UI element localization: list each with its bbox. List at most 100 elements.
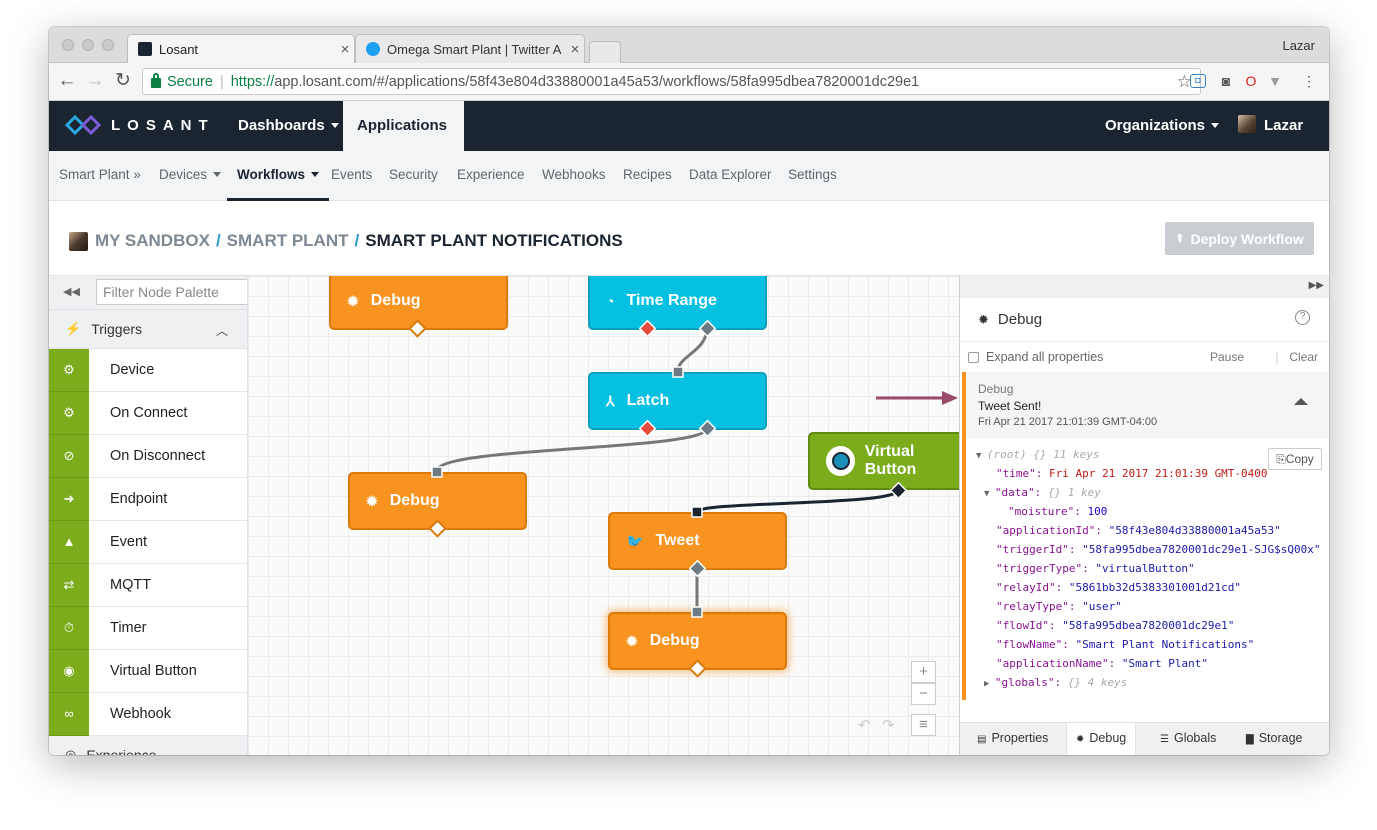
node-debug-middle[interactable]: ✹ Debug xyxy=(348,472,527,530)
new-tab-button[interactable] xyxy=(589,41,621,63)
nav-organizations[interactable]: Organizations xyxy=(1091,101,1233,151)
tab-properties[interactable]: ▤ Properties xyxy=(968,723,1057,755)
node-latch[interactable]: ⅄ Latch xyxy=(588,372,767,430)
subnav-recipes[interactable]: Recipes xyxy=(623,151,672,201)
palette-item-event[interactable]: ▲ Event xyxy=(49,520,247,564)
palette-item-timer[interactable]: ⏱ Timer xyxy=(49,606,247,650)
zoom-window-button[interactable] xyxy=(102,39,114,51)
bug-icon: ✹ xyxy=(347,292,359,309)
json-row-data[interactable]: ▼ "data": {} 1 key xyxy=(984,486,1101,499)
palette-item-label: Event xyxy=(110,534,148,550)
zoom-out-button[interactable]: − xyxy=(911,683,936,705)
wire-latch-debug[interactable] xyxy=(435,427,709,472)
json-root-row[interactable]: ▼ (root) {} 11 keys xyxy=(976,448,1099,461)
palette-item-label: Webhook xyxy=(110,706,171,722)
subnav-devices[interactable]: Devices xyxy=(159,151,222,201)
canvas-menu-button[interactable]: ≡ xyxy=(911,714,936,736)
redo-button[interactable]: ↷ xyxy=(882,716,895,734)
workflow-title-bar: MY SANDBOX / SMART PLANT / SMART PLANT N… xyxy=(49,201,1329,276)
filter-node-palette-input[interactable]: Filter Node Palette xyxy=(96,279,247,305)
opera-icon[interactable]: O xyxy=(1242,72,1260,90)
minimize-window-button[interactable] xyxy=(82,39,94,51)
subnav-data-explorer[interactable]: Data Explorer xyxy=(689,151,772,201)
json-root-hint: {} 11 keys xyxy=(1033,448,1100,461)
forward-button[interactable]: → xyxy=(84,71,106,91)
close-window-button[interactable] xyxy=(62,39,74,51)
pocket-icon[interactable]: ◙ xyxy=(1217,72,1235,90)
subnav-security[interactable]: Security xyxy=(389,151,438,201)
help-icon[interactable]: ? xyxy=(1295,310,1310,325)
palette-section-triggers[interactable]: ⚡ Triggers ︿ xyxy=(49,310,247,349)
palette-item-label: On Connect xyxy=(110,405,188,421)
secure-label: Secure xyxy=(167,73,213,90)
browser-tab-losant[interactable]: Losant × xyxy=(127,34,355,63)
json-row-globals[interactable]: ▶ "globals": {} 4 keys xyxy=(984,676,1127,689)
debug-panel-header: ✹ Debug ? xyxy=(960,298,1329,342)
expand-all-label[interactable]: Expand all properties xyxy=(986,350,1103,364)
node-tweet[interactable]: 🐦 Tweet xyxy=(608,512,787,570)
expand-all-checkbox[interactable] xyxy=(968,351,979,363)
browser-profile-name[interactable]: Lazar xyxy=(1282,38,1315,53)
palette-section-experience[interactable]: ◎ Experience xyxy=(49,736,247,755)
copy-button[interactable]: ⎘Copy xyxy=(1268,448,1322,470)
node-debug-bottom[interactable]: ✹ Debug xyxy=(608,612,787,670)
chevron-down-icon xyxy=(330,122,339,128)
nav-dashboards[interactable]: Dashboards xyxy=(224,101,353,151)
close-tab-icon[interactable]: × xyxy=(566,41,584,58)
palette-item-on-disconnect[interactable]: ⊘ On Disconnect xyxy=(49,434,247,478)
node-time-range[interactable]: ◔ Time Range xyxy=(588,276,767,330)
node-debug-top[interactable]: ✹ Debug xyxy=(329,276,508,330)
subnav-smart-plant[interactable]: Smart Plant » xyxy=(59,151,141,201)
collapse-palette-icon[interactable]: ◀◀ xyxy=(63,285,80,298)
palette-item-virtual-button[interactable]: ◉ Virtual Button xyxy=(49,649,247,693)
wire-timerange-latch[interactable] xyxy=(676,327,709,372)
back-button[interactable]: ← xyxy=(56,71,78,91)
clear-button[interactable]: Clear xyxy=(1275,350,1318,364)
stopwatch-icon: ⏱ xyxy=(49,606,89,650)
losant-logo[interactable]: LOSANT xyxy=(65,115,215,135)
collapse-message-icon[interactable] xyxy=(1294,398,1308,405)
palette-item-label: Timer xyxy=(110,620,147,636)
endpoint-icon: ➜ xyxy=(49,477,89,521)
breadcrumb-application[interactable]: SMART PLANT xyxy=(227,231,349,251)
secure-indicator[interactable]: Secure xyxy=(151,72,213,90)
zoom-in-button[interactable]: + xyxy=(911,661,936,683)
palette-item-mqtt[interactable]: ⇄ MQTT xyxy=(49,563,247,607)
tab-storage[interactable]: ▇ Storage xyxy=(1237,723,1311,755)
subnav-workflows[interactable]: Workflows xyxy=(227,151,330,201)
palette-item-endpoint[interactable]: ➜ Endpoint xyxy=(49,477,247,521)
subnav-settings[interactable]: Settings xyxy=(788,151,837,201)
deploy-workflow-button[interactable]: ⬆ Deploy Workflow xyxy=(1165,222,1314,255)
subnav-events[interactable]: Events xyxy=(331,151,372,201)
nav-user-menu[interactable]: Lazar xyxy=(1224,101,1329,178)
pause-button[interactable]: Pause xyxy=(1210,350,1244,364)
undo-button[interactable]: ↶ xyxy=(858,716,871,734)
palette-item-on-connect[interactable]: ⚙ On Connect xyxy=(49,391,247,435)
tab-debug[interactable]: ✹ Debug xyxy=(1066,723,1137,755)
node-virtual-button[interactable]: Virtual Button xyxy=(808,432,959,490)
reload-button[interactable]: ↻ xyxy=(112,71,134,91)
subnav-webhooks[interactable]: Webhooks xyxy=(542,151,606,201)
tab-globals[interactable]: ☰ Globals xyxy=(1151,723,1225,755)
expand-panel-icon[interactable]: ▶▶ xyxy=(1309,280,1324,291)
palette-item-webhook[interactable]: ∞ Webhook xyxy=(49,692,247,736)
subnav-experience[interactable]: Experience xyxy=(457,151,525,201)
extension-icon[interactable]: ◘ xyxy=(1190,74,1206,88)
vivaldi-icon[interactable]: ▼ xyxy=(1266,72,1284,90)
breadcrumb-sandbox[interactable]: MY SANDBOX xyxy=(95,231,210,251)
annotation-arrow-icon xyxy=(876,391,958,405)
node-palette: ◀◀ Filter Node Palette ⚡ Triggers ︿ ⚙ Dev… xyxy=(49,276,248,755)
wire-virtualbutton-tweet[interactable] xyxy=(695,488,900,514)
json-value: "user" xyxy=(1082,600,1122,613)
nav-applications-label: Applications xyxy=(357,117,448,134)
address-bar: ← → ↻ Secure | https:// app.losant.com/#… xyxy=(49,63,1329,101)
palette-item-device[interactable]: ⚙ Device xyxy=(49,348,247,392)
debug-message-header[interactable]: Debug Tweet Sent! Fri Apr 21 2017 21:01:… xyxy=(962,372,1329,438)
close-tab-icon[interactable]: × xyxy=(336,41,354,58)
url-field[interactable]: Secure | https:// app.losant.com/#/appli… xyxy=(142,68,1201,95)
palette-section-label: Experience xyxy=(86,747,157,755)
browser-menu-icon[interactable]: ⋮ xyxy=(1300,72,1318,90)
nav-applications[interactable]: Applications xyxy=(343,101,464,178)
browser-tab-twitter[interactable]: Omega Smart Plant | Twitter A × xyxy=(355,34,585,63)
workflow-canvas[interactable]: ✹ Debug ◔ Time Range ⅄ Latch ✹ Debug Virtual… xyxy=(248,276,959,755)
